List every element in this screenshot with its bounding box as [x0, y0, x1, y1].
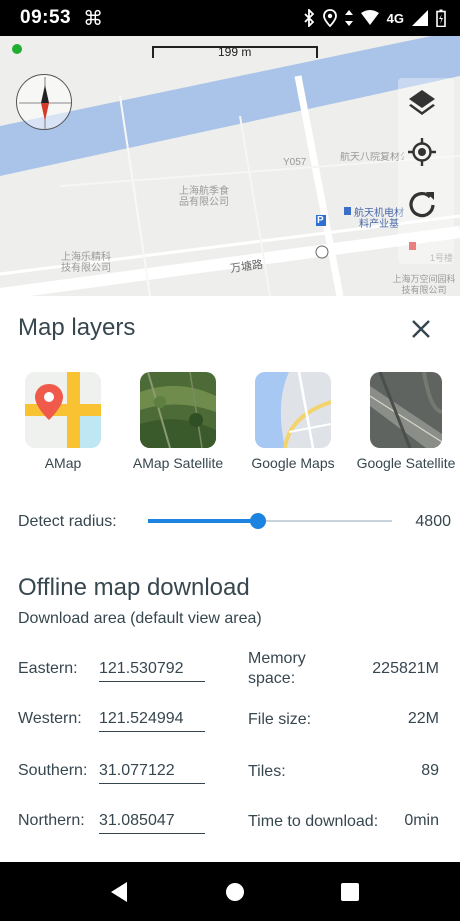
memory-space-label: Memory space:: [248, 650, 306, 687]
tiles-label: Tiles:: [248, 763, 286, 780]
compass-icon[interactable]: [16, 74, 72, 130]
layer-label: Google Satellite: [356, 455, 456, 471]
poi-label: 航天八院复材公: [340, 152, 404, 163]
google-maps-thumbnail: [255, 372, 331, 448]
southern-label: Southern:: [18, 762, 88, 779]
western-label: Western:: [18, 710, 82, 727]
google-satellite-thumbnail: [370, 372, 442, 448]
amap-satellite-thumbnail: [140, 372, 216, 448]
western-input[interactable]: 121.524994: [99, 710, 205, 732]
status-icons: 4G: [303, 9, 446, 27]
status-bar: 09:53 ⌘ 4G: [0, 0, 460, 36]
layer-option-google-satellite[interactable]: Google Satellite: [352, 372, 460, 471]
close-icon[interactable]: [404, 312, 438, 346]
poi-label: 上海乐精科技有限公司: [61, 252, 111, 274]
navigation-bar: [0, 862, 460, 921]
memory-space-value: 225821M: [372, 660, 439, 677]
location-icon: [322, 9, 337, 27]
layer-label: AMap: [44, 455, 82, 471]
poi-label: 上海万空间园科技有限公司: [392, 274, 456, 295]
eastern-label: Eastern:: [18, 660, 78, 677]
detect-radius-label: Detect radius:: [18, 513, 117, 530]
map-view[interactable]: 199 m 万塘路 Y057 P 上海航季食品有限公司 航天八院复材公 航天机电…: [0, 36, 460, 296]
layer-option-amap[interactable]: AMap: [24, 372, 102, 471]
layer-label: AMap Satellite: [132, 455, 224, 471]
file-size-value: 22M: [407, 710, 439, 727]
file-size-label: File size:: [248, 711, 312, 728]
recents-icon[interactable]: [338, 880, 362, 904]
compass-needle: [19, 77, 71, 129]
data-arrows-icon: [344, 10, 353, 26]
status-time: 09:53: [20, 7, 72, 28]
gps-status-dot: [12, 44, 22, 54]
bluetooth-icon: [304, 9, 314, 27]
northern-label: Northern:: [18, 812, 85, 829]
offline-download-subtitle: Download area (default view area): [18, 610, 262, 627]
tiles-value: 89: [421, 762, 439, 779]
refresh-icon[interactable]: [402, 184, 442, 224]
network-type: 4G: [386, 10, 404, 26]
northern-input[interactable]: 31.085047: [99, 812, 205, 834]
my-location-icon[interactable]: [402, 132, 442, 172]
parking-label: P: [317, 215, 324, 226]
screen: 09:53 ⌘ 4G 199 m 万塘路 Y057 P 上海航季食品有限公司 航…: [0, 0, 460, 921]
eastern-input[interactable]: 121.530792: [99, 660, 205, 682]
layers-icon[interactable]: [402, 82, 442, 122]
southern-input[interactable]: 31.077122: [99, 762, 205, 784]
detect-radius-slider[interactable]: [148, 511, 392, 531]
time-to-download-value: 0min: [404, 812, 439, 829]
road-code-label: Y057: [283, 157, 307, 168]
scale-label: 199 m: [218, 45, 252, 59]
slider-thumb[interactable]: [250, 513, 266, 529]
signal-icon: [412, 10, 428, 26]
layer-option-google-maps[interactable]: Google Maps: [247, 372, 339, 471]
home-icon[interactable]: [223, 880, 247, 904]
time-to-download-label: Time to download:: [248, 813, 379, 830]
battery-icon: [436, 9, 446, 27]
slider-fill: [148, 519, 258, 523]
detect-radius-value: 4800: [415, 513, 451, 530]
map-layers-sheet: Map layers AMap AMap Satellite Google Ma…: [0, 296, 460, 862]
amap-thumbnail: [25, 372, 101, 448]
sheet-title: Map layers: [18, 314, 136, 341]
offline-download-title: Offline map download: [18, 574, 250, 601]
command-icon: ⌘: [83, 7, 104, 30]
wifi-icon: [360, 10, 379, 25]
layer-option-amap-satellite[interactable]: AMap Satellite: [127, 372, 229, 471]
poi-label: 上海航季食品有限公司: [179, 186, 229, 208]
back-icon[interactable]: [107, 880, 131, 904]
layer-label: Google Maps: [251, 455, 335, 471]
poi-label: 航天机电材料产业基: [354, 208, 404, 230]
